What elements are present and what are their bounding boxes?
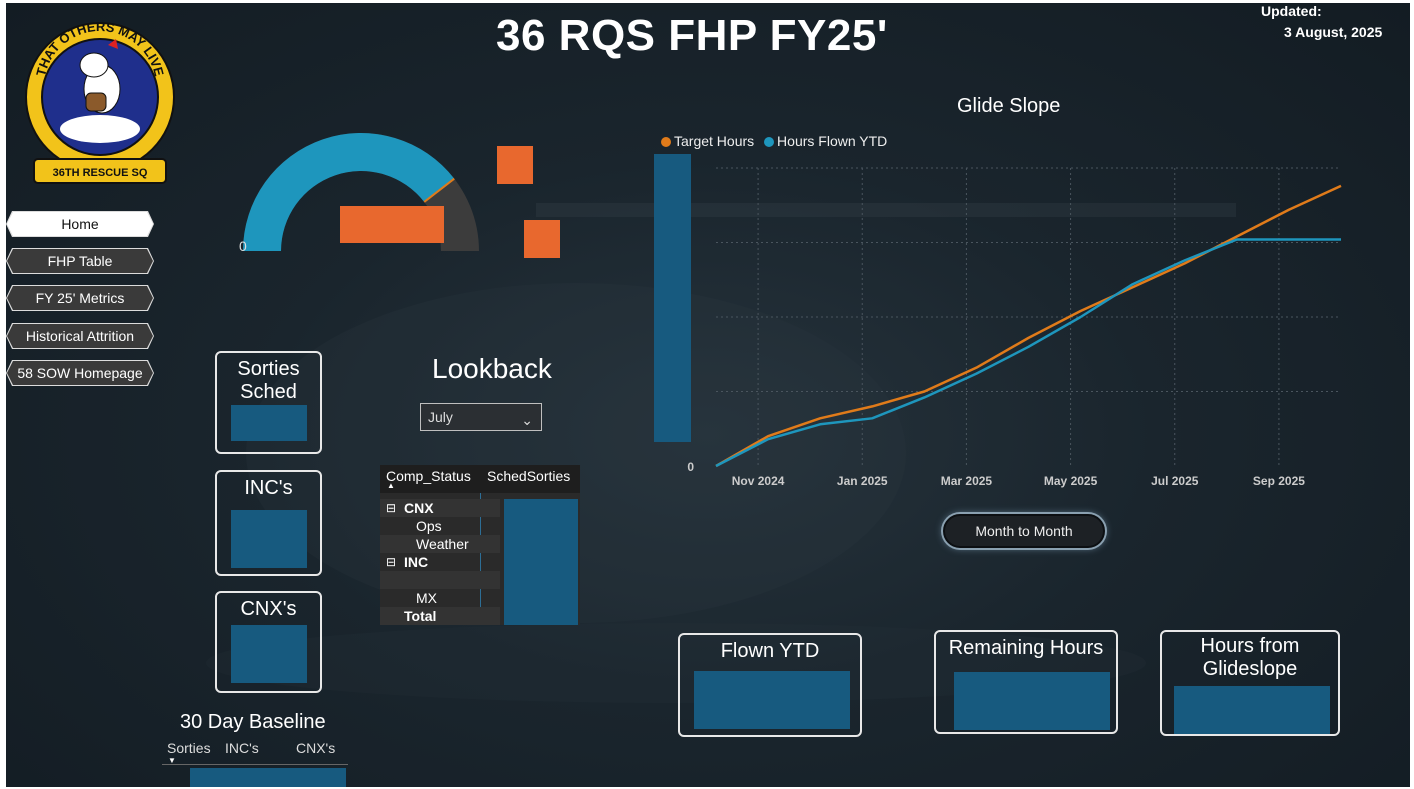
redacted-block xyxy=(340,206,444,243)
cnxs-label: CNX's xyxy=(240,598,297,620)
matrix-col-comp-status[interactable]: Comp_Status xyxy=(386,468,471,484)
matrix-row-label: INC xyxy=(404,554,429,570)
baseline-table: Sorties ▼ INC's CNX's xyxy=(162,739,348,787)
incs-label: INC's xyxy=(244,477,293,499)
nav-historical-attrition-label: Historical Attrition xyxy=(25,328,135,344)
baseline-title: 30 Day Baseline xyxy=(180,711,326,733)
svg-text:36TH RESCUE SQ: 36TH RESCUE SQ xyxy=(53,167,148,179)
legend-flown-swatch xyxy=(764,137,775,147)
baseline-col-sorties[interactable]: Sorties xyxy=(167,740,211,756)
flown-ytd-card: Flown YTD xyxy=(678,633,862,737)
nav-home-label: Home xyxy=(61,216,99,232)
squadron-logo: THAT OTHERS MAY LIVE 36TH RESCUE SQ xyxy=(25,19,175,184)
x-tick-label: Nov 2024 xyxy=(732,474,785,488)
matrix-row: ⊟ CNX xyxy=(380,499,500,517)
matrix-total-row: Total xyxy=(380,607,500,625)
x-tick-label: Jan 2025 xyxy=(837,474,888,488)
y-tick-label: 0 xyxy=(687,460,694,474)
nav-historical-attrition-button[interactable]: Historical Attrition xyxy=(6,323,154,349)
cnxs-value xyxy=(231,625,307,683)
baseline-col-cnxs[interactable]: CNX's xyxy=(296,740,335,756)
matrix-row: Ops xyxy=(380,517,500,535)
flown-ytd-label: Flown YTD xyxy=(720,640,820,662)
target-hours-line xyxy=(715,184,1342,468)
updated-date: 3 August, 2025 xyxy=(1284,24,1383,40)
flown-ytd-value xyxy=(694,671,850,729)
matrix-row: Weather xyxy=(380,535,500,553)
incs-card: INC's xyxy=(215,470,322,576)
remaining-hours-value xyxy=(954,672,1110,730)
redacted-block xyxy=(524,220,560,258)
nav-fhp-table-label: FHP Table xyxy=(47,253,113,269)
nav-fhp-table-button[interactable]: FHP Table xyxy=(6,248,154,274)
matrix-row-label: Weather xyxy=(416,536,469,552)
x-tick-label: Mar 2025 xyxy=(941,474,993,488)
baseline-values-block xyxy=(190,768,346,787)
gauge-min-label: 0 xyxy=(239,238,247,254)
x-tick-label: Sep 2025 xyxy=(1253,474,1305,488)
matrix-values-block xyxy=(504,499,578,625)
legend-flown-label: Hours Flown YTD xyxy=(777,133,888,149)
redacted-block xyxy=(497,146,533,184)
x-tick-label: May 2025 xyxy=(1044,474,1098,488)
matrix-header: Comp_Status ▲ SchedSorties xyxy=(380,465,580,493)
sorties-sched-value xyxy=(231,405,307,441)
sort-asc-icon: ▲ xyxy=(387,481,395,490)
hours-from-glideslope-label: Hours from Glideslope xyxy=(1200,635,1300,680)
lookback-selected-month: July xyxy=(428,409,453,425)
chart-legend: Target Hours Hours Flown YTD xyxy=(661,133,887,149)
matrix-row-label: Ops xyxy=(416,518,442,534)
remaining-hours-card: Remaining Hours xyxy=(934,630,1118,734)
matrix-row-label: MX xyxy=(416,590,437,606)
x-tick-label: Jul 2025 xyxy=(1151,474,1199,488)
matrix-row xyxy=(380,571,500,589)
comp-status-matrix: Comp_Status ▲ SchedSorties ⊟ CNX Ops Wea… xyxy=(380,465,580,625)
matrix-row: MX xyxy=(380,589,500,607)
nav-home-button[interactable]: Home xyxy=(6,211,154,237)
remaining-hours-label: Remaining Hours xyxy=(948,637,1104,659)
matrix-row-label: CNX xyxy=(404,500,434,516)
nav-fy25-metrics-label: FY 25' Metrics xyxy=(35,290,125,306)
legend-target-label: Target Hours xyxy=(674,133,755,149)
nav-58sow-homepage-label: 58 SOW Homepage xyxy=(17,365,143,381)
dashboard-canvas: THAT OTHERS MAY LIVE 36TH RESCUE SQ 36 R… xyxy=(6,3,1410,787)
page-title: 36 RQS FHP FY25' xyxy=(496,11,888,60)
nav-fy25-metrics-button[interactable]: FY 25' Metrics xyxy=(6,285,154,311)
matrix-row-label: Total xyxy=(404,608,437,624)
matrix-col-sched-sorties[interactable]: SchedSorties xyxy=(487,468,570,484)
hours-from-glideslope-card: Hours from Glideslope xyxy=(1160,630,1340,736)
sorties-sched-card: Sorties Sched xyxy=(215,351,322,454)
baseline-header-rule xyxy=(162,764,348,765)
lookback-title: Lookback xyxy=(432,353,552,384)
nav-58sow-homepage-button[interactable]: 58 SOW Homepage xyxy=(6,360,154,386)
matrix-row: ⊟ INC xyxy=(380,553,500,571)
legend-target-swatch xyxy=(661,137,671,147)
chart-title: Glide Slope xyxy=(957,95,1061,117)
sorties-sched-label: Sorties Sched xyxy=(237,358,300,403)
cnxs-card: CNX's xyxy=(215,591,322,693)
month-to-month-button[interactable]: Month to Month xyxy=(943,514,1105,548)
collapse-icon[interactable]: ⊟ xyxy=(386,553,396,571)
collapse-icon[interactable]: ⊟ xyxy=(386,499,396,517)
lookback-month-dropdown[interactable]: July ⌄ xyxy=(420,403,542,431)
chevron-down-icon: ⌄ xyxy=(521,412,533,428)
incs-value xyxy=(231,510,307,568)
hours-flown-line xyxy=(715,238,1341,468)
updated-label: Updated: xyxy=(1261,3,1322,19)
glide-slope-chart: Nov 2024 Jan 2025 Mar 2025 May 2025 Jul 2025… xyxy=(687,167,1342,488)
hours-from-glideslope-value xyxy=(1174,686,1330,734)
baseline-col-incs[interactable]: INC's xyxy=(225,740,259,756)
